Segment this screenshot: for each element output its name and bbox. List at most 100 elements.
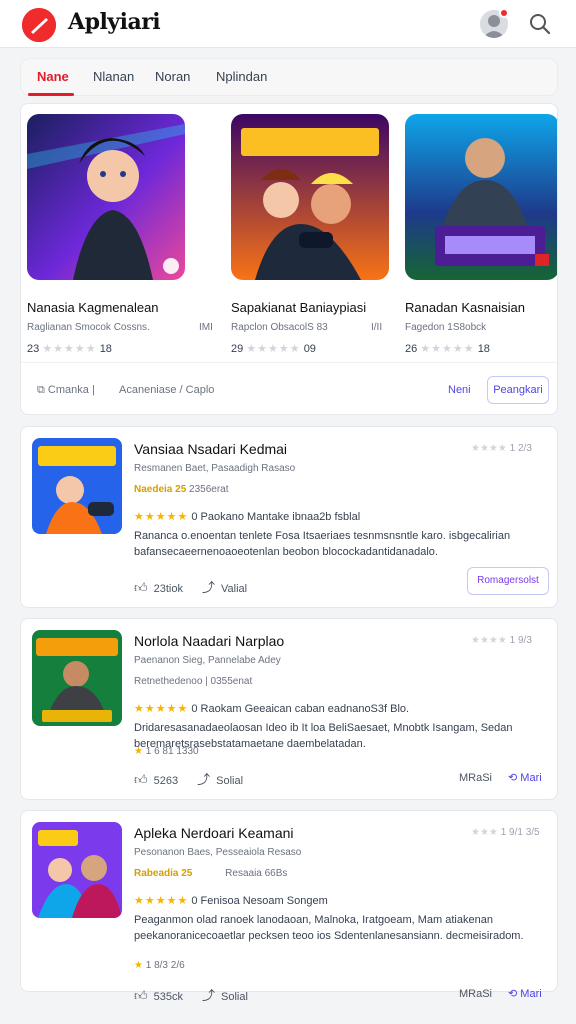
featured-section: Nanasia Kagmenalean Raglianan Smocok Cos… (20, 103, 558, 415)
like-count-3: 535ck (153, 991, 183, 1003)
featured-footer-left[interactable]: ⧉ Cmanka | (37, 384, 95, 397)
tab-home[interactable]: Nane (37, 69, 69, 84)
tab-bar: Nane Nlanan Noran Nplindan (20, 58, 558, 96)
featured-action-button[interactable]: Peangkari (487, 376, 549, 404)
notification-dot (499, 8, 509, 18)
like-icon[interactable]: 👍︎ (134, 580, 148, 596)
review-small-3: ★ 1 8/3 2/6 (134, 960, 185, 971)
review-subtitle2-2: Retnethedenoo | 0355enat (134, 676, 252, 687)
review-link2-3[interactable]: ⟲ Mari (508, 988, 542, 1000)
review-meta-2: ★★★★ 1 9/3 (471, 635, 532, 646)
review-description-3: Peaganmon olad ranoek lanodaoan, Malnoka… (134, 914, 524, 942)
featured-tag-2: I/II (371, 322, 383, 333)
review-subtitle2-1: Naedeia 25 2356erat (134, 484, 229, 495)
review-stars-1: ★★★★★ 0 Paokano Mantake ibnaa2b fsblal (134, 511, 361, 523)
featured-footer-mid[interactable]: Acaneniase / Caplo (119, 384, 214, 396)
rating-stars-icon: ★★★★ (471, 443, 507, 454)
featured-image-2[interactable] (231, 114, 389, 280)
review-image-1[interactable] (32, 438, 122, 534)
small-star-icon: ★ (134, 960, 143, 971)
review-stars-2: ★★★★★ 0 Raokam Geeaican caban eadnanoS3f… (134, 703, 410, 715)
review-actions-3: 👍︎ 535ck ⤴ Solial (134, 985, 248, 1004)
review-meta-3: ★★★ 1 9/1 3/5 (471, 827, 540, 838)
review-subtitle2-rest-1: 2356erat (189, 484, 229, 495)
review-stars-3: ★★★★★ 0 Fenisoa Nesoam Songem (134, 895, 328, 907)
review-card-3[interactable]: Apleka Nerdoari Keamani ★★★ 1 9/1 3/5 Pe… (20, 810, 558, 1003)
app-title: Aplyiari (68, 9, 161, 35)
featured-subtitle-3: Fagedon 1S8obck (405, 322, 487, 333)
review-link2-2[interactable]: ⟲ Mari (508, 772, 542, 784)
review-highlight-1: Naedeia 25 (134, 484, 187, 495)
app-logo-icon[interactable] (22, 8, 56, 42)
share-icon[interactable]: ⤴ (202, 577, 215, 596)
review-subtitle2-rest-2: Retnethedenoo | 0355enat (134, 676, 253, 687)
app-bar: Aplyiari (0, 0, 576, 48)
tab-3[interactable]: Noran (155, 69, 190, 84)
review-subtitle-2: Paenanon Sieg, Pannelabe Adey (134, 655, 281, 666)
review-small-value-3: 1 8/3 2/6 (145, 960, 185, 971)
review-title-2[interactable]: Norlola Naadari Narplao (134, 633, 284, 649)
rating-stars-icon: ★★★★ (471, 635, 507, 646)
review-subtitle-3: Pesonanon Baes, Pesseaiola Resaso (134, 847, 302, 858)
review-small-value-2: 1 6 81 1330 (145, 746, 199, 757)
review-links-3: MRaSi ⟲ Mari (459, 987, 542, 1000)
featured-rating-1: 23 ★★★★★ 18 (27, 343, 112, 355)
featured-footer-left-label: Cmanka | (47, 384, 95, 396)
review-highlight-3: Rabeadia 25 (134, 868, 193, 879)
review-subtitle2-3: Rabeadia 25 Resaaia 66Bs (134, 868, 287, 879)
review-description-1: Rananca o.enoentan tenlete Fosa Itsaeria… (134, 530, 511, 558)
external-link-icon: ⧉ (37, 384, 45, 396)
review-subtitle2-rest-3: Resaaia 66Bs (225, 868, 288, 879)
share-label-1[interactable]: Valial (221, 583, 247, 595)
review-card-2[interactable]: Norlola Naadari Narplao ★★★★ 1 9/3 Paena… (20, 618, 558, 800)
review-image-2[interactable] (32, 630, 122, 726)
share-icon[interactable]: ⤴ (197, 769, 210, 788)
review-action-button-1[interactable]: Romagersolst (467, 567, 549, 595)
featured-image-1[interactable] (27, 114, 185, 280)
featured-link[interactable]: Neni (448, 384, 471, 396)
review-link2-label-3: Mari (520, 988, 542, 1000)
tab-2[interactable]: Nlanan (93, 69, 134, 84)
review-small-2: ★ 1 6 81 1330 (134, 746, 199, 757)
review-links-2: MRaSi ⟲ Mari (459, 771, 542, 784)
featured-rating-value-1: 23 (27, 343, 40, 355)
featured-subtitle-2: Rapclon ObsacolS 83 (231, 322, 328, 333)
review-title-3[interactable]: Apleka Nerdoari Keamani (134, 825, 294, 841)
featured-rating-suffix-2: 09 (303, 343, 316, 355)
featured-title-3[interactable]: Ranadan Kasnaisian (405, 300, 525, 315)
featured-title-2[interactable]: Sapakianat Baniaypiasi (231, 300, 366, 315)
review-subtitle-1: Resmanen Baet, Pasaadigh Rasaso (134, 463, 296, 474)
review-title-1[interactable]: Vansiaa Nsadari Kedmai (134, 441, 287, 457)
share-label-3[interactable]: Solial (221, 991, 248, 1003)
review-meta-value-3: 1 9/1 3/5 (500, 827, 540, 838)
review-meta-value-1: 1 2/3 (509, 443, 532, 454)
featured-rating-3: 26 ★★★★★ 18 (405, 343, 490, 355)
tab-4[interactable]: Nplindan (216, 69, 267, 84)
divider (21, 362, 557, 363)
featured-rating-2: 29 ★★★★★ 09 (231, 343, 316, 355)
review-image-3[interactable] (32, 822, 122, 918)
review-card-1[interactable]: Vansiaa Nsadari Kedmai ★★★★ 1 2/3 Resman… (20, 426, 558, 608)
review-meta-1: ★★★★ 1 2/3 (471, 443, 532, 454)
review-actions-1: 👍︎ 23tiok ⤴ Valial (134, 577, 247, 596)
featured-title-1[interactable]: Nanasia Kagmenalean (27, 300, 159, 315)
review-stars-label-3: 0 Fenisoa Nesoam Songem (191, 895, 328, 907)
review-link2-label-2: Mari (520, 772, 542, 784)
review-link1-2[interactable]: MRaSi (459, 772, 492, 784)
active-tab-indicator (28, 93, 74, 96)
like-icon[interactable]: 👍︎ (134, 988, 148, 1004)
like-icon[interactable]: 👍︎ (134, 772, 148, 788)
search-icon[interactable] (526, 10, 554, 38)
featured-subtitle-1: Raglianan Smocok Cossns. (27, 322, 150, 333)
rating-stars-icon: ★★★ (471, 827, 498, 838)
featured-tag-1: IMI (199, 322, 213, 333)
like-count-1: 23tiok (153, 583, 183, 595)
like-count-2: 5263 (153, 775, 179, 787)
review-stars-label-1: 0 Paokano Mantake ibnaa2b fsblal (191, 511, 361, 523)
featured-rating-value-3: 26 (405, 343, 418, 355)
featured-image-3[interactable] (405, 114, 557, 280)
review-link1-3[interactable]: MRaSi (459, 988, 492, 1000)
featured-rating-value-2: 29 (231, 343, 244, 355)
share-icon[interactable]: ⤴ (202, 985, 215, 1004)
share-label-2[interactable]: Solial (216, 775, 243, 787)
